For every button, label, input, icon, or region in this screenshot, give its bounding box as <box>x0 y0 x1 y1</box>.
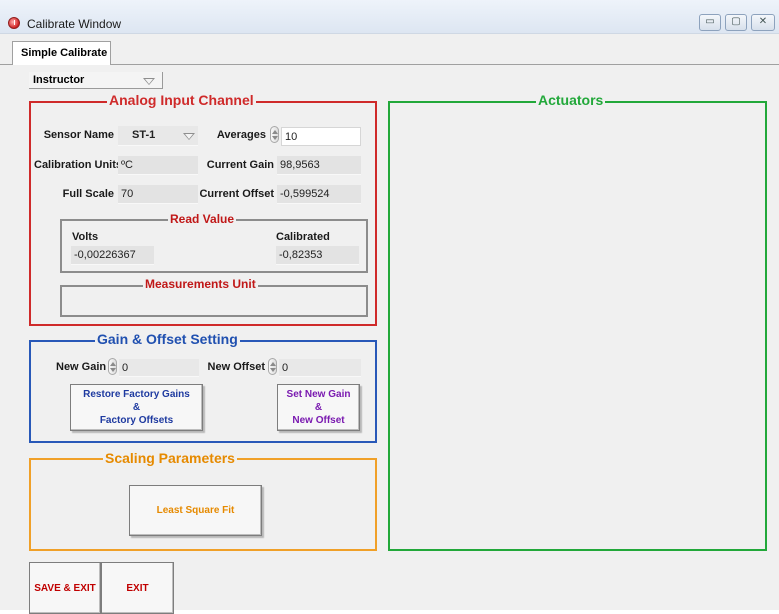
calibrated-label: Calibrated <box>276 231 330 243</box>
actuators-title: Actuators <box>536 92 606 108</box>
new-gain-label: New Gain <box>56 361 107 373</box>
calibration-units-value: ºC <box>118 156 198 175</box>
set-new-gain-button[interactable]: Set New Gain & New Offset <box>277 384 360 431</box>
chevron-down-icon <box>143 78 155 85</box>
actuators-group <box>388 101 767 551</box>
set-button-line-1: Set New Gain <box>286 389 351 400</box>
averages-spinner[interactable] <box>270 126 279 143</box>
full-scale-label: Full Scale <box>62 188 114 200</box>
window-title: Calibrate Window <box>27 17 122 31</box>
title-bar: Calibrate Window ▭ ▢ ✕ <box>0 0 779 34</box>
restore-button-line-2: & <box>132 402 141 413</box>
averages-input[interactable]: 10 <box>281 127 361 146</box>
tab-label: Simple Calibrate <box>21 47 108 59</box>
close-button[interactable]: ✕ <box>751 14 775 31</box>
full-scale-value: 70 <box>118 185 198 204</box>
current-gain-label: Current Gain <box>206 159 274 171</box>
new-offset-label: New Offset <box>207 361 265 373</box>
sensor-name-value: ST-1 <box>132 129 156 141</box>
current-gain-value: 98,9563 <box>277 156 361 175</box>
role-dropdown[interactable]: Instructor <box>29 72 163 89</box>
current-offset-value: -0,599524 <box>277 185 361 204</box>
new-offset-spinner[interactable] <box>268 358 277 375</box>
sensor-name-label: Sensor Name <box>43 129 114 141</box>
restore-factory-button[interactable]: Restore Factory Gains & Factory Offsets <box>70 384 203 431</box>
chevron-down-icon <box>183 133 195 140</box>
volts-label: Volts <box>72 231 99 243</box>
new-offset-input[interactable]: 0 <box>279 359 361 377</box>
app-icon <box>8 17 20 29</box>
close-icon: ✕ <box>758 16 768 27</box>
exit-label: EXIT <box>126 582 149 594</box>
set-button-line-2: & <box>314 402 323 413</box>
save-exit-button[interactable]: SAVE & EXIT <box>29 562 101 614</box>
minimize-icon: ▭ <box>705 16 715 27</box>
scaling-parameters-title: Scaling Parameters <box>103 450 237 466</box>
analog-input-title: Analog Input Channel <box>107 92 256 108</box>
averages-label: Averages <box>216 129 266 141</box>
exit-button[interactable]: EXIT <box>101 562 174 614</box>
maximize-icon: ▢ <box>731 16 741 27</box>
set-button-line-3: New Offset <box>292 415 345 426</box>
minimize-button[interactable]: ▭ <box>699 14 721 31</box>
volts-value: -0,00226367 <box>71 246 154 265</box>
least-square-fit-button[interactable]: Least Square Fit <box>129 485 262 536</box>
measurements-unit-title: Measurements Unit <box>143 277 258 291</box>
current-offset-label: Current Offset <box>199 188 274 200</box>
restore-button-line-1: Restore Factory Gains <box>83 389 190 400</box>
least-square-fit-label: Least Square Fit <box>156 505 235 516</box>
read-value-title: Read Value <box>168 212 237 226</box>
calibrated-value: -0,82353 <box>276 246 359 265</box>
role-dropdown-value: Instructor <box>33 74 85 86</box>
maximize-button[interactable]: ▢ <box>725 14 747 31</box>
tab-strip-line <box>0 64 779 65</box>
sensor-name-select[interactable]: ST-1 <box>118 126 198 146</box>
tab-simple-calibrate[interactable]: Simple Calibrate <box>12 41 111 65</box>
gain-offset-title: Gain & Offset Setting <box>95 331 240 347</box>
new-gain-input[interactable]: 0 <box>119 359 199 377</box>
calibration-units-label: Calibration Units <box>34 159 123 171</box>
restore-button-line-3: Factory Offsets <box>99 415 174 426</box>
save-exit-label: SAVE & EXIT <box>34 582 96 594</box>
new-gain-spinner[interactable] <box>108 358 117 375</box>
